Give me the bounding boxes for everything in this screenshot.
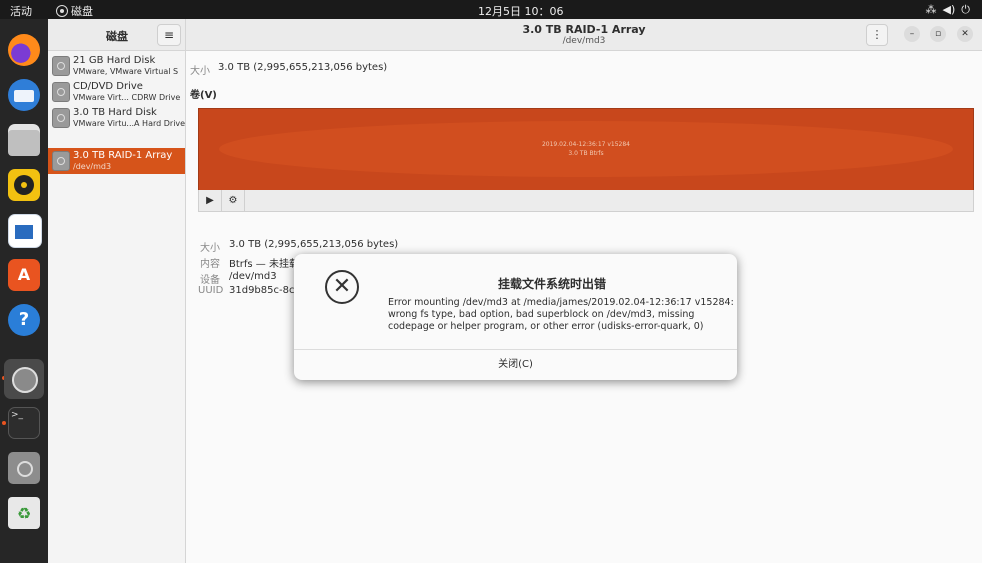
detail-value: 3.0 TB (2,995,655,213,056 bytes): [229, 239, 399, 250]
trash-icon[interactable]: ♻: [8, 497, 40, 529]
volume-icon: ◀): [942, 3, 956, 16]
volume-highlight: [219, 121, 953, 177]
disk-item[interactable]: 3.0 TB Hard Disk VMware Virtu...A Hard D…: [48, 105, 185, 131]
sidebar-header: 磁盘 ≡: [48, 19, 186, 51]
sidebar-title: 磁盘: [106, 30, 128, 43]
hard-disk-icon: [52, 108, 70, 128]
dialog-close-button[interactable]: 关闭(C): [294, 350, 737, 380]
detail-value: /dev/md3: [229, 271, 277, 282]
error-icon: ✕: [325, 270, 359, 304]
app-menu-label: 磁盘: [71, 5, 93, 18]
mount-play-button[interactable]: ▶: [199, 190, 222, 211]
dialog-title: 挂载文件系统时出错: [497, 277, 606, 291]
disk-item[interactable]: CD/DVD Drive VMware Virt... CDRW Drive: [48, 79, 185, 105]
help-icon[interactable]: ?: [8, 304, 40, 336]
volumes-heading: 卷(V): [190, 90, 217, 101]
disk-subtitle: VMware Virt... CDRW Drive: [73, 93, 181, 102]
volume-partition-block[interactable]: 2019.02.04-12:36:17 v15284 3.0 TB Btrfs: [198, 108, 974, 191]
disk-item-selected[interactable]: 3.0 TB RAID-1 Array /dev/md3: [48, 148, 185, 174]
error-dialog: ✕ 挂载文件系统时出错 Error mounting /dev/md3 at /…: [294, 254, 737, 380]
files-icon[interactable]: [8, 124, 40, 156]
disk-subtitle: /dev/md3: [73, 162, 112, 171]
maximize-button[interactable]: ▫: [930, 26, 946, 42]
terminal-icon[interactable]: >_: [8, 407, 40, 439]
network-icon: ⁂: [925, 3, 937, 16]
power-icon: ⏻: [961, 3, 970, 16]
disk-subtitle: VMware Virtu...A Hard Drive: [73, 119, 186, 128]
volume-label: 2019.02.04-12:36:17 v15284: [541, 141, 630, 148]
disk-name: CD/DVD Drive: [73, 81, 143, 92]
optical-drive-icon: [52, 82, 70, 102]
detail-label: 大小: [200, 243, 220, 254]
header-bar: 3.0 TB RAID-1 Array /dev/md3 ⋮ – ▫ ✕: [186, 19, 982, 51]
minimize-button[interactable]: –: [904, 26, 920, 42]
dialog-message-line: codepage or helper program, or other err…: [388, 321, 704, 332]
detail-value: Btrfs — 未挂载: [229, 259, 299, 270]
dock: A ? >_ ♻: [0, 19, 48, 563]
disk-name: 3.0 TB Hard Disk: [73, 107, 157, 118]
detail-label: 设备: [200, 275, 220, 286]
activities-button[interactable]: 活动: [10, 3, 32, 19]
hamburger-menu-button[interactable]: ≡: [157, 24, 181, 46]
writer-icon[interactable]: [8, 214, 42, 248]
running-indicator: [2, 421, 6, 425]
clock[interactable]: 12月5日 10：06: [478, 3, 564, 19]
rhythmbox-icon[interactable]: [8, 169, 40, 201]
disks-icon[interactable]: [4, 359, 44, 399]
detail-label: UUID: [198, 285, 224, 296]
top-bar: 活动 磁盘 12月5日 10：06 ⁂ ◀) ⏻: [0, 0, 982, 19]
disk-name: 21 GB Hard Disk: [73, 55, 156, 66]
detail-label: 内容: [200, 259, 220, 270]
disk-name: 3.0 TB RAID-1 Array: [73, 150, 173, 161]
system-tray[interactable]: ⁂ ◀) ⏻: [920, 3, 970, 17]
disks-app-icon: [56, 5, 68, 17]
window-subtitle: /dev/md3: [562, 36, 606, 46]
disk-image-icon[interactable]: [8, 452, 40, 484]
firefox-icon[interactable]: [8, 34, 40, 66]
hard-disk-icon: [52, 56, 70, 76]
disk-item[interactable]: 21 GB Hard Disk VMware, VMware Virtual S: [48, 53, 185, 79]
disk-subtitle: VMware, VMware Virtual S: [73, 67, 179, 76]
close-button[interactable]: ✕: [957, 26, 973, 42]
raid-array-icon: [52, 151, 70, 171]
drive-options-button[interactable]: ⋮: [866, 24, 888, 46]
app-menu[interactable]: 磁盘: [56, 3, 93, 19]
app-center-icon[interactable]: A: [8, 259, 40, 291]
volume-toolbar: ▶ ⚙: [198, 190, 974, 212]
detail-value: 31d9b85c-8ce: [229, 285, 301, 296]
size-value: 3.0 TB (2,995,655,213,056 bytes): [218, 62, 388, 73]
disk-list: 21 GB Hard Disk VMware, VMware Virtual S…: [48, 51, 186, 563]
window-title: 3.0 TB RAID-1 Array: [522, 23, 646, 36]
thunderbird-icon[interactable]: [8, 79, 40, 111]
size-label: 大小: [190, 66, 210, 77]
dialog-message-line: wrong fs type, bad option, bad superbloc…: [388, 309, 695, 320]
dialog-message-line: Error mounting /dev/md3 at /media/james/…: [388, 297, 734, 308]
gear-icon[interactable]: ⚙: [222, 190, 245, 211]
volume-size-fs: 3.0 TB Btrfs: [568, 150, 604, 157]
